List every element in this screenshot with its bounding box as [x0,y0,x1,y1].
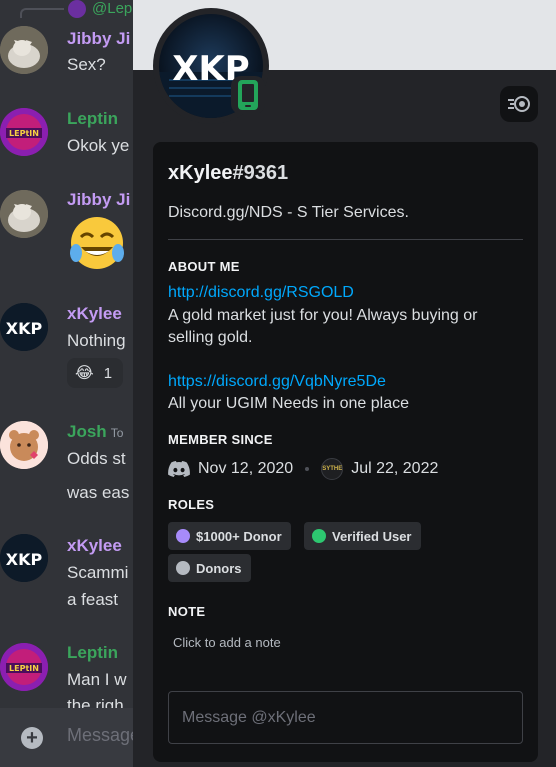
server-member-since: Jul 22, 2022 [351,460,439,477]
role-pill[interactable]: Donors [168,554,251,582]
message-user-input[interactable] [169,692,522,743]
message-input-box[interactable] [168,691,523,744]
discriminator: #9361 [232,162,289,184]
message-text: was eas [67,483,130,502]
about-me-heading: ABOUT ME [168,259,240,274]
user-profile-popout: XKP xKylee#9361 Discord.gg/NDS - S Tier … [133,0,556,767]
reaction-button[interactable]: 😂 1 [67,358,123,388]
role-name: Donors [196,560,242,576]
about-link[interactable]: https://discord.gg/VqbNyre5De [168,373,386,391]
chat-input-placeholder[interactable]: Message [67,725,140,746]
mobile-status-badge [231,76,265,114]
role-name: Verified User [332,528,412,544]
message-author[interactable]: Leptin [67,109,118,129]
mobile-phone-icon [238,80,258,110]
role-color-dot[interactable] [176,529,190,543]
nitro-icon [508,96,530,112]
divider [168,239,523,240]
add-circle-icon[interactable]: + [21,727,43,749]
avatar[interactable]: XKP [0,303,48,351]
message-text: a feast [67,590,119,609]
about-link[interactable]: http://discord.gg/RSGOLD [168,284,354,302]
avatar[interactable] [0,26,48,74]
avatar[interactable] [0,190,48,238]
message-author[interactable]: Jibby Ji [67,29,130,49]
server-icon: SYTHE [321,458,344,480]
svg-text:XKP: XKP [6,550,43,569]
message-author[interactable]: Leptin [67,643,118,663]
svg-text:LEPtIN: LEPtIN [9,664,39,673]
discord-member-since: Nov 12, 2020 [198,460,294,477]
separator-dot [305,467,310,471]
avatar[interactable] [0,421,48,469]
roles-heading: ROLES [168,497,215,512]
nitro-badge-button[interactable] [500,86,538,122]
about-text: A gold market just for you! Always buyin… [168,307,478,324]
role-name: $1000+ Donor [196,528,282,544]
avatar[interactable]: XKP [0,534,48,582]
message-author[interactable]: Josh To [67,422,123,442]
reply-avatar[interactable] [68,0,86,18]
avatar[interactable]: LEPtIN [0,108,48,156]
avatar[interactable]: LEPtIN [0,643,48,691]
joy-emoji-icon [67,213,127,273]
message-text: Odds st [67,449,126,468]
message-text: Scammi [67,563,129,582]
reply-mention[interactable]: @Lep [92,0,132,17]
role-color-dot[interactable] [176,561,190,575]
role-color-dot[interactable] [312,529,326,543]
discord-icon [168,461,190,477]
member-since-heading: MEMBER SINCE [168,432,273,447]
reaction-count: 1 [103,364,113,382]
joy-emoji-icon: 😂 [75,365,94,382]
message-author[interactable]: Jibby Ji [67,190,130,210]
message-text: Nothing [67,331,126,350]
profile-username[interactable]: xKylee#9361 [168,162,288,185]
profile-body: xKylee#9361 Discord.gg/NDS - S Tier Serv… [153,142,538,762]
note-heading: NOTE [168,604,206,619]
message-text: Sex? [67,55,106,74]
about-text: All your UGIM Needs in one place [168,395,409,412]
reply-connector [20,8,64,18]
message-text: Okok ye [67,136,130,155]
author-name[interactable]: Josh [67,422,107,441]
svg-text:LEPtIN: LEPtIN [9,129,39,138]
svg-text:XKP: XKP [6,319,43,338]
member-since-row: Nov 12, 2020 SYTHE Jul 22, 2022 [168,458,438,480]
role-pill[interactable]: $1000+ Donor [168,522,291,550]
about-text: selling gold. [168,329,253,346]
message-text: Man I w [67,670,127,689]
message-timestamp: To [110,426,124,440]
message-author[interactable]: xKylee [67,304,122,324]
custom-status: Discord.gg/NDS - S Tier Services. [168,204,409,221]
role-pill[interactable]: Verified User [304,522,421,550]
note-input[interactable]: Click to add a note [173,635,281,650]
username-text: xKylee [168,162,233,184]
message-author[interactable]: xKylee [67,536,122,556]
